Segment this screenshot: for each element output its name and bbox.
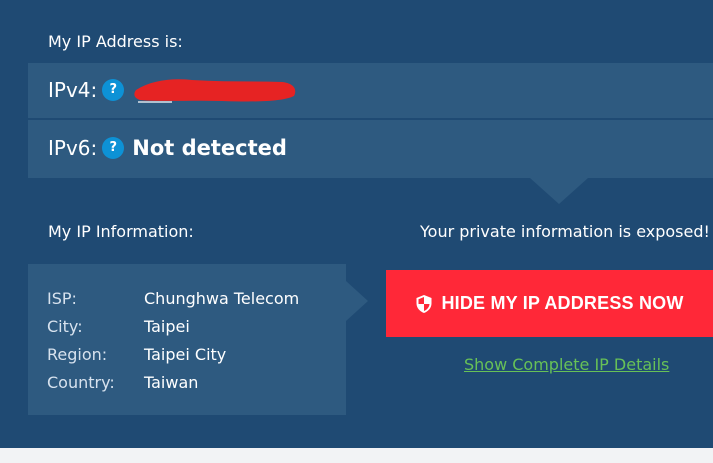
region-value: Taipei City [144,345,227,364]
country-label: Country: [47,373,115,392]
question-circle-icon[interactable]: ? [102,137,125,159]
shield-icon [416,294,432,313]
ip-information-table: ISP: Chunghwa Telecom City: Taipei Regio… [47,285,299,397]
hide-my-ip-label: HIDE MY IP ADDRESS NOW [441,293,684,313]
ipv4-box: IPv4: ? [28,63,713,118]
country-value: Taiwan [144,373,199,392]
ip-information-title: My IP Information: [48,222,194,241]
callout-pointer-down [530,178,588,204]
city-value: Taipei [144,317,190,336]
ip-address-title: My IP Address is: [48,32,183,51]
ipv4-label: IPv4: [48,78,98,102]
show-ip-details-link[interactable]: Show Complete IP Details [464,355,669,375]
ipv6-box: IPv6: ? Not detected [28,120,713,178]
ip-information-box: ISP: Chunghwa Telecom City: Taipei Regio… [28,264,346,415]
callout-pointer-right [346,281,368,321]
ip-address-panel: My IP Address is: IPv4: ? IPv6: ? Not de… [0,0,713,448]
region-label: Region: [47,345,108,364]
table-row: City: Taipei [47,313,299,341]
isp-value: Chunghwa Telecom [144,289,300,308]
table-row: Country: Taiwan [47,369,299,397]
exposed-warning-text: Your private information is exposed! [420,222,710,241]
hide-my-ip-button[interactable]: HIDE MY IP ADDRESS NOW [386,270,713,337]
isp-label: ISP: [47,289,77,308]
ipv4-redacted-value [132,78,296,103]
table-row: ISP: Chunghwa Telecom [47,285,299,313]
ipv6-value: Not detected [132,136,287,160]
table-row: Region: Taipei City [47,341,299,369]
ipv6-row: IPv6: ? Not detected [48,136,287,160]
ipv6-label: IPv6: [48,136,98,160]
city-label: City: [47,317,83,336]
ipv4-row: IPv4: ? [48,78,296,103]
question-circle-icon[interactable]: ? [102,79,125,101]
red-scribble-redaction [134,79,296,103]
